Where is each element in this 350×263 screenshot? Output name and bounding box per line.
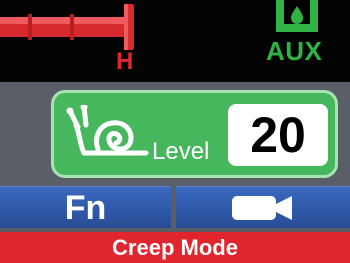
level-label: Level xyxy=(152,138,210,165)
creep-level-panel: Level 20 xyxy=(51,90,338,178)
mode-status-bar: Creep Mode xyxy=(0,232,350,263)
level-value-box: 20 xyxy=(228,104,328,166)
aux-label: AUX xyxy=(266,36,323,66)
status-bar: H AUX xyxy=(0,0,350,82)
fn-button-label: Fn xyxy=(64,188,107,227)
mode-label: Creep Mode xyxy=(112,234,238,260)
fn-button[interactable]: Fn xyxy=(0,186,171,228)
gauge-letter: H xyxy=(116,48,134,75)
display-screen: H AUX Level 20 Fn Creep Mode xyxy=(0,0,350,263)
camera-button[interactable] xyxy=(176,186,350,228)
level-value: 20 xyxy=(250,107,306,163)
video-camera-icon xyxy=(232,195,292,220)
snail-icon xyxy=(66,105,149,156)
aux-drop-icon xyxy=(276,0,318,32)
